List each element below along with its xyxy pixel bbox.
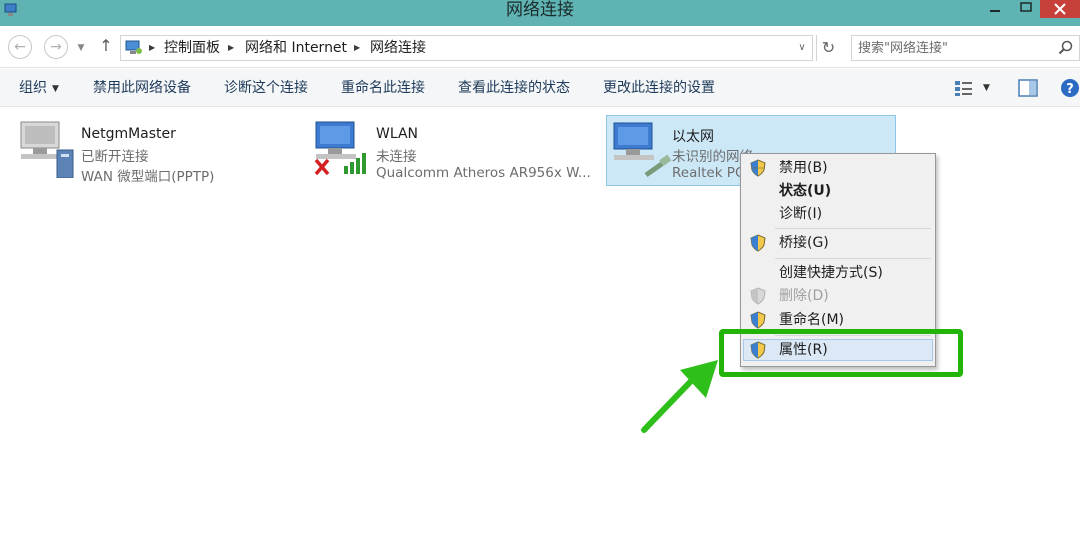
refresh-icon: ↻: [821, 38, 836, 57]
uac-shield-icon: [750, 311, 766, 329]
view-options-icon[interactable]: [954, 79, 974, 97]
connection-status: 未连接: [376, 149, 417, 165]
view-status-button[interactable]: 查看此连接的状态: [458, 69, 570, 107]
up-button[interactable]: ↑: [98, 36, 114, 56]
uac-shield-icon: [750, 159, 766, 177]
menu-item-label: 状态(U): [779, 183, 832, 199]
menu-item-bridge[interactable]: 桥接(G): [743, 232, 933, 254]
command-bar: 组织 ▼ 禁用此网络设备 诊断这个连接 重命名此连接 查看此连接的状态 更改此连接…: [0, 69, 1080, 107]
connection-name: WLAN: [376, 126, 419, 142]
change-settings-button[interactable]: 更改此连接的设置: [603, 69, 715, 107]
chevron-down-icon: ▼: [77, 43, 85, 53]
menu-item-rename[interactable]: 重命名(M): [743, 309, 933, 331]
diagnose-connection-button[interactable]: 诊断这个连接: [224, 69, 308, 107]
connection-status: 已断开连接: [81, 149, 149, 165]
maximize-icon: [1020, 2, 1032, 12]
arrow-left-icon: ←: [14, 39, 26, 55]
breadcrumb-separator-icon: ▶: [149, 43, 156, 52]
minimize-button[interactable]: [980, 0, 1010, 18]
help-icon[interactable]: ?: [1060, 78, 1080, 98]
breadcrumb-separator-icon[interactable]: ▶: [228, 36, 234, 60]
connection-device: WAN 微型端口(PPTP): [81, 169, 215, 185]
menu-item-label: 禁用(B): [779, 160, 828, 176]
connection-item-netgmmaster[interactable]: NetgmMaster 已断开连接 WAN 微型端口(PPTP): [17, 116, 277, 188]
menu-item-create-shortcut[interactable]: 创建快捷方式(S): [743, 262, 933, 284]
maximize-button[interactable]: [1012, 0, 1042, 18]
minimize-icon: [990, 10, 1000, 12]
arrow-up-icon: ↑: [99, 36, 113, 55]
menu-item-label: 桥接(G): [779, 235, 829, 251]
menu-item-diagnose[interactable]: 诊断(I): [743, 203, 933, 225]
menu-item-disable[interactable]: 禁用(B): [743, 157, 933, 179]
window-title: 网络连接: [506, 0, 574, 20]
breadcrumb-separator-icon[interactable]: ▶: [354, 36, 360, 60]
recent-locations-dropdown[interactable]: ▼: [74, 41, 88, 55]
close-icon: [1054, 3, 1066, 15]
preview-pane-icon[interactable]: [1018, 79, 1038, 97]
annotation-highlight-box: [719, 329, 963, 377]
back-button[interactable]: ←: [8, 35, 32, 59]
menu-item-delete: 删除(D): [743, 285, 933, 307]
chevron-down-icon: ▼: [52, 84, 59, 94]
network-computer-icon: [20, 121, 74, 178]
chevron-down-icon: ∨: [798, 42, 806, 53]
organize-menu[interactable]: 组织 ▼: [19, 69, 59, 107]
red-x-icon: [314, 158, 330, 176]
address-row: ← → ▼ ↑ ▶ 控制面板 ▶ 网络和 Internet ▶ 网络连接 ∨ ↻: [0, 26, 1080, 68]
menu-item-label: 删除(D): [779, 288, 829, 304]
connection-item-wlan[interactable]: WLAN 未连接 Qualcomm Atheros AR956x W...: [312, 116, 602, 188]
organize-label: 组织: [19, 80, 47, 96]
control-panel-icon: [125, 40, 142, 54]
search-icon: [1058, 40, 1073, 55]
uac-shield-icon: [750, 234, 766, 252]
rename-connection-button[interactable]: 重命名此连接: [341, 69, 425, 107]
refresh-button[interactable]: ↻: [816, 35, 840, 61]
menu-item-label: 诊断(I): [779, 206, 823, 222]
network-computer-icon: [613, 122, 672, 178]
menu-separator: [775, 228, 931, 229]
svg-text:?: ?: [1066, 82, 1074, 97]
title-bar: 网络连接: [0, 0, 1080, 26]
chevron-down-icon: ▼: [983, 83, 990, 93]
annotation-arrow-icon: [641, 360, 718, 433]
view-options-dropdown[interactable]: ▼: [983, 79, 995, 97]
menu-item-label: 重命名(M): [779, 312, 845, 328]
uac-shield-icon: [750, 287, 766, 305]
arrow-right-icon: →: [50, 39, 62, 55]
address-bar[interactable]: ▶ 控制面板 ▶ 网络和 Internet ▶ 网络连接: [120, 35, 813, 61]
search-box[interactable]: [851, 35, 1080, 61]
forward-button[interactable]: →: [44, 35, 68, 59]
breadcrumb-network-internet[interactable]: 网络和 Internet: [245, 36, 347, 60]
search-input[interactable]: [858, 38, 1048, 58]
close-button[interactable]: [1040, 0, 1080, 18]
connection-device: Realtek PC: [672, 165, 745, 181]
connection-device: Qualcomm Atheros AR956x W...: [376, 165, 591, 181]
address-history-dropdown[interactable]: ∨: [794, 39, 810, 57]
network-computer-icon: [314, 121, 366, 176]
connection-name: NetgmMaster: [81, 126, 176, 142]
breadcrumb-network-connections[interactable]: 网络连接: [370, 36, 426, 60]
connection-name: 以太网: [672, 129, 714, 145]
breadcrumb-control-panel[interactable]: 控制面板: [164, 36, 220, 60]
menu-item-status[interactable]: 状态(U): [743, 180, 933, 202]
menu-item-label: 创建快捷方式(S): [779, 265, 883, 281]
disable-device-button[interactable]: 禁用此网络设备: [93, 69, 191, 107]
menu-separator: [775, 258, 931, 259]
